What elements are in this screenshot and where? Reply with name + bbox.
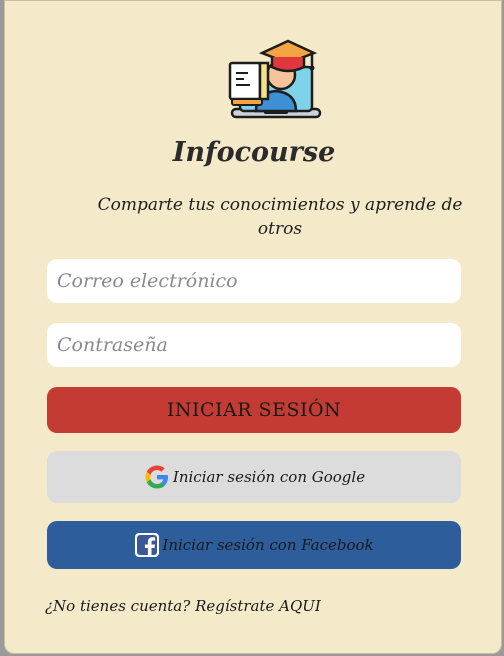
app-title: Infocourse bbox=[172, 137, 336, 168]
signup-link[interactable]: Regístrate AQUI bbox=[195, 597, 321, 615]
google-login-label: Iniciar sesión con Google bbox=[172, 468, 366, 486]
login-button-label: INICIAR SESIÓN bbox=[166, 399, 342, 421]
signup-prompt-text: ¿No tienes cuenta? bbox=[45, 597, 196, 615]
facebook-icon bbox=[135, 533, 160, 557]
login-button[interactable]: INICIAR SESIÓN bbox=[47, 387, 461, 433]
facebook-login-label: Iniciar sesión con Facebook bbox=[162, 536, 374, 554]
password-input[interactable] bbox=[47, 323, 461, 367]
email-input[interactable] bbox=[47, 259, 461, 303]
login-card: Infocourse Comparte tus conocimientos y … bbox=[4, 0, 502, 654]
app-tagline: Comparte tus conocimientos y aprende de … bbox=[97, 195, 463, 239]
google-login-button[interactable]: Iniciar sesión con Google bbox=[47, 451, 461, 503]
graduate-laptop-icon bbox=[228, 39, 322, 119]
facebook-login-button[interactable]: Iniciar sesión con Facebook bbox=[47, 521, 461, 569]
signup-prompt: ¿No tienes cuenta? Regístrate AQUI bbox=[45, 597, 321, 615]
google-icon bbox=[145, 465, 168, 489]
